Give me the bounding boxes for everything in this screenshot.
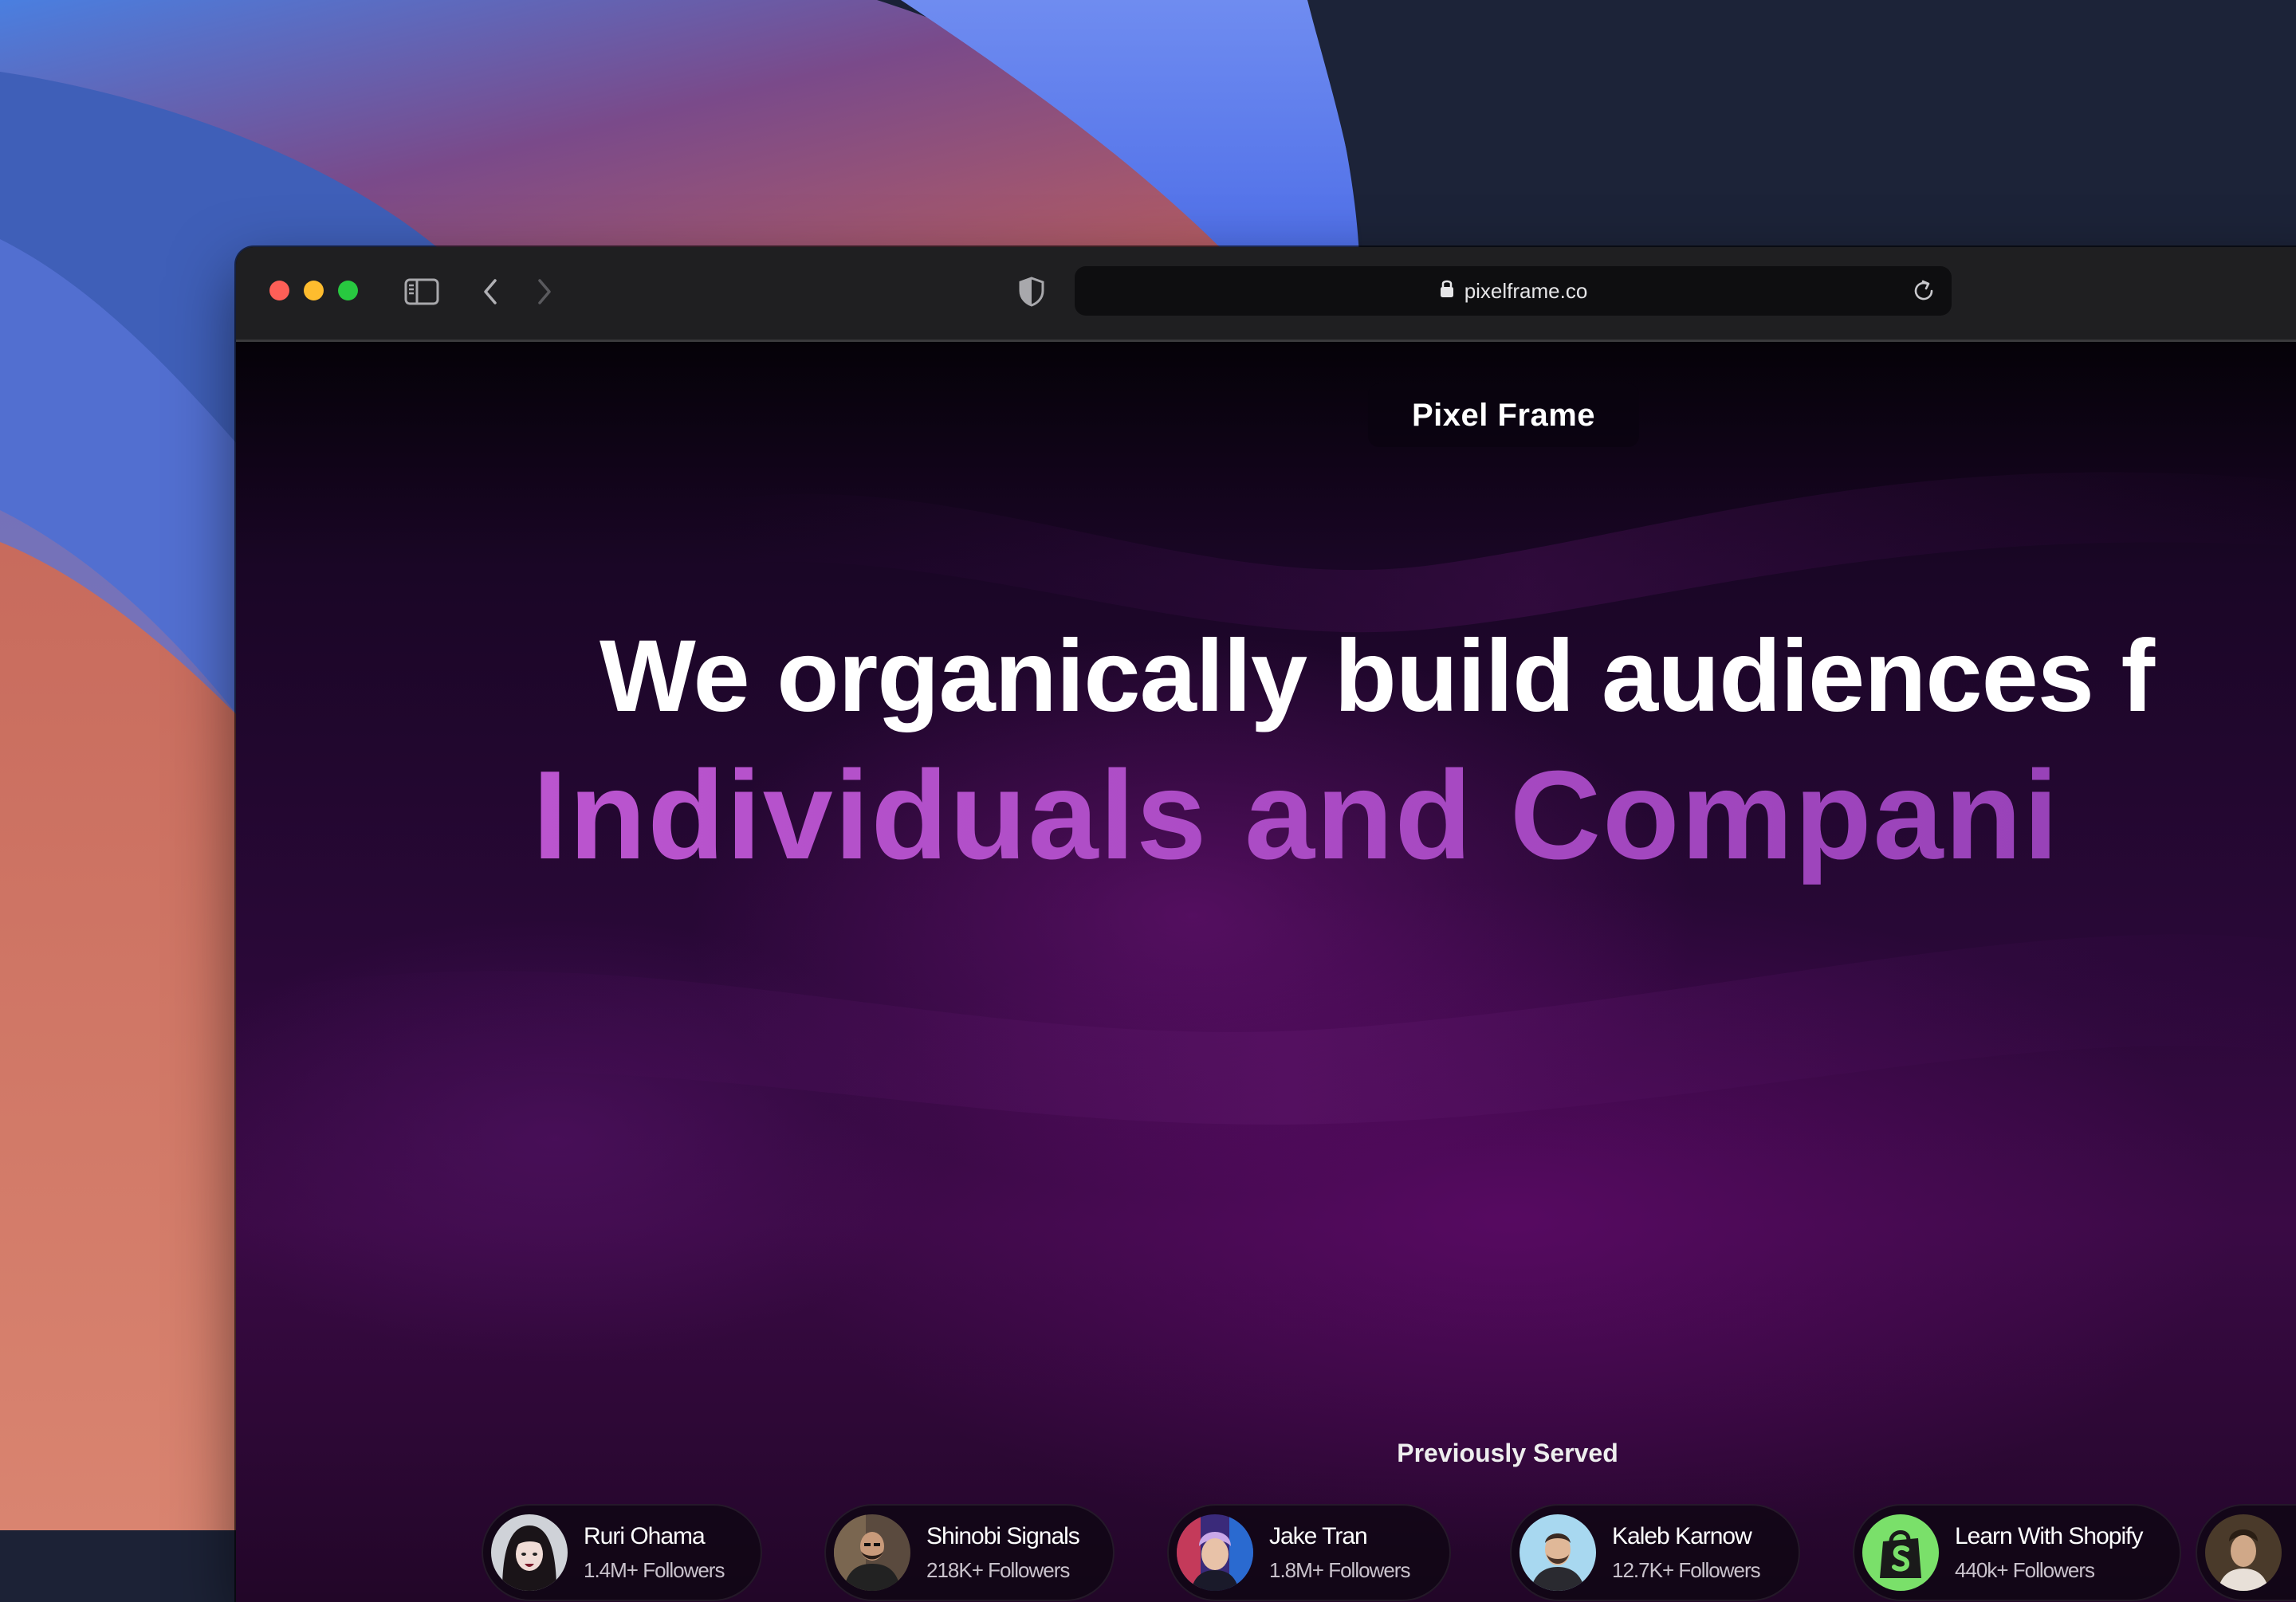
client-name: Kaleb Karnow bbox=[1612, 1523, 1752, 1549]
chevron-right-icon[interactable] bbox=[533, 274, 556, 309]
avatar bbox=[491, 1514, 568, 1591]
client-followers: 12.7K+ Followers bbox=[1612, 1558, 1761, 1582]
client-chip-ruri-ohama[interactable]: Ruri Ohama 1.4M+ Followers bbox=[482, 1504, 762, 1601]
close-window-button[interactable] bbox=[269, 281, 289, 300]
client-name: Shinobi Signals bbox=[926, 1523, 1080, 1549]
client-chip-shinobi-signals[interactable]: Shinobi Signals 218K+ Followers bbox=[824, 1504, 1115, 1601]
sidebar-icon[interactable] bbox=[403, 274, 440, 309]
zoom-window-button[interactable] bbox=[338, 281, 358, 300]
address-bar[interactable]: pixelframe.co bbox=[1075, 266, 1952, 316]
url-text: pixelframe.co bbox=[1464, 278, 1588, 303]
brand-logo[interactable]: Pixel Frame bbox=[1368, 383, 1639, 447]
browser-window: pixelframe.co Pixel Frame We organically… bbox=[236, 247, 2296, 1602]
background-swirl bbox=[236, 472, 2296, 1125]
avatar bbox=[834, 1514, 910, 1591]
reload-icon[interactable] bbox=[1910, 277, 1937, 304]
previously-served-title: Previously Served bbox=[1397, 1439, 1618, 1467]
client-followers: 1.8M+ Followers bbox=[1269, 1558, 1410, 1582]
avatar bbox=[2205, 1514, 2282, 1591]
headline-line-2: Individuals and Compani bbox=[533, 744, 2060, 888]
shield-icon[interactable] bbox=[1016, 274, 1048, 309]
client-followers: 440k+ Followers bbox=[1955, 1558, 2095, 1582]
client-chip-learn-with-shopify[interactable]: Learn With Shopify 440k+ Followers bbox=[1853, 1504, 2181, 1601]
client-followers: 1.4M+ Followers bbox=[584, 1558, 725, 1582]
chevron-left-icon[interactable] bbox=[478, 274, 502, 309]
avatar bbox=[1520, 1514, 1596, 1591]
headline-line-1: We organically build audiences f bbox=[600, 619, 2155, 733]
client-chip-jake-tran[interactable]: Jake Tran 1.8M+ Followers bbox=[1167, 1504, 1451, 1601]
minimize-window-button[interactable] bbox=[304, 281, 324, 300]
client-chip-kaleb-karnow[interactable]: Kaleb Karnow 12.7K+ Followers bbox=[1510, 1504, 1800, 1601]
client-name: Jake Tran bbox=[1269, 1523, 1368, 1549]
shopify-bag-icon bbox=[1862, 1514, 1939, 1591]
client-name: Ruri Ohama bbox=[584, 1523, 706, 1549]
client-name: Learn With Shopify bbox=[1955, 1523, 2143, 1549]
webpage-content: Pixel Frame We organically build audienc… bbox=[236, 342, 2296, 1602]
avatar bbox=[1177, 1514, 1253, 1591]
lock-icon bbox=[1439, 278, 1455, 304]
client-chip-partial[interactable] bbox=[2196, 1504, 2296, 1601]
browser-toolbar: pixelframe.co bbox=[236, 247, 2296, 342]
client-followers: 218K+ Followers bbox=[926, 1558, 1070, 1582]
